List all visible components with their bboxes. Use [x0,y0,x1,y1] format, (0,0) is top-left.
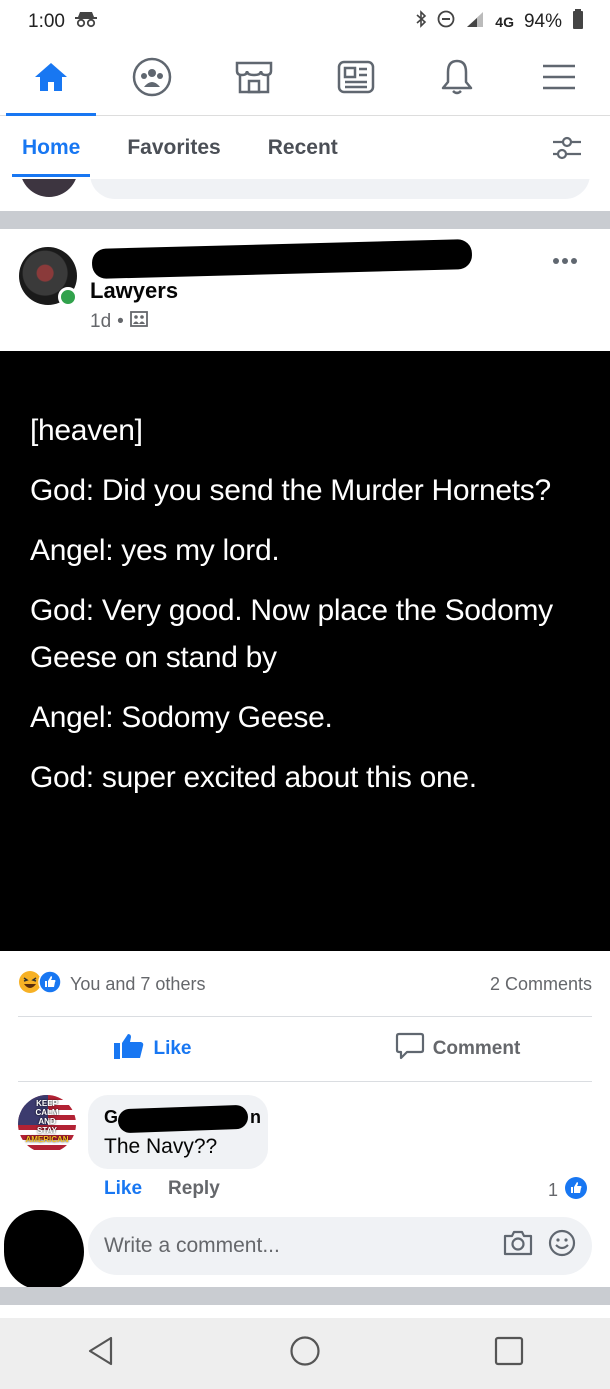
like-button[interactable]: Like [0,1032,305,1066]
comment-bubble[interactable]: G n The Navy?? [88,1095,268,1169]
commenter-avatar[interactable]: KEEP CALM AND STAY AMERICAN [18,1095,76,1153]
comment-actions: Like Reply [104,1178,220,1200]
comments-count[interactable]: 2 Comments [490,974,592,995]
recents-icon[interactable] [494,1336,524,1371]
like-reaction-icon [38,969,62,999]
redaction-mark [91,239,473,279]
nav-notifications[interactable] [412,44,502,116]
emoji-icon[interactable] [548,1229,576,1263]
feed-separator [0,1287,610,1305]
groups-icon [132,57,172,102]
divider [18,1016,592,1017]
network-type: 4G [495,14,514,30]
online-indicator [58,287,78,307]
nav-home[interactable] [5,44,96,116]
post-actions: Like Comment [0,1018,610,1080]
more-options-icon[interactable] [552,252,578,270]
camera-icon[interactable] [502,1229,534,1263]
image-text-line: God: Did you send the Murder Hornets? [30,474,551,507]
tab-recent[interactable]: Recent [268,117,338,179]
my-avatar-redacted [4,1210,84,1290]
do-not-disturb-icon [437,10,455,34]
nav-marketplace[interactable] [209,44,299,116]
previous-avatar [20,179,78,197]
image-text-line: God: Very good. Now place the Sodomy Gee… [30,594,553,674]
comment-like-count[interactable]: 1 [548,1176,588,1205]
reactions-summary: You and 7 others 2 Comments [18,965,592,1003]
signal-icon [465,10,485,34]
marketplace-icon [234,59,274,100]
nav-news[interactable] [311,44,401,116]
comment-label: Comment [432,1038,521,1059]
avatar-text: KEEP CALM AND STAY AMERICAN [25,1099,69,1144]
incognito-icon [74,10,97,34]
news-icon [336,59,376,100]
image-text-line: [heaven] [30,414,143,447]
home-button-icon[interactable] [289,1335,321,1372]
status-bar: 1:00 4G 94% [0,0,610,44]
comment-input-placeholder: Write a comment... [104,1234,280,1257]
feed-tabs: Home Favorites Recent [0,117,610,179]
previous-post-fragment [0,179,610,211]
thumbs-up-icon [113,1032,145,1066]
home-icon [33,61,69,98]
comment-reply-link[interactable]: Reply [168,1178,220,1200]
menu-icon [542,63,576,96]
filter-icon[interactable] [552,135,582,167]
group-privacy-icon [129,310,148,334]
feed-separator [0,211,610,229]
post-time[interactable]: 1d [90,311,111,333]
post-meta: 1d • [90,310,148,334]
battery-percent: 94% [523,11,562,32]
main-nav-bar [0,44,610,116]
status-time: 1:00 [28,11,65,32]
reactions-text[interactable]: You and 7 others [70,974,205,995]
nav-menu[interactable] [514,44,604,116]
comment-author[interactable]: G n [104,1104,261,1134]
comment-like-count-number: 1 [548,1180,559,1200]
system-nav-bar [0,1318,610,1389]
back-icon[interactable] [86,1335,116,1372]
comment-icon [395,1032,425,1066]
comment-like-link[interactable]: Like [104,1178,142,1200]
group-name[interactable]: Lawyers [90,278,178,304]
divider [18,1081,592,1082]
previous-comment-box[interactable] [90,179,590,199]
image-text-line: Angel: yes my lord. [30,534,280,567]
comment-text: The Navy?? [104,1135,218,1158]
tab-home[interactable]: Home [11,117,91,179]
battery-icon [572,9,584,35]
nav-groups[interactable] [107,44,197,116]
bell-icon [440,58,474,101]
reaction-icons[interactable] [18,969,62,999]
redaction-mark [117,1104,249,1134]
bluetooth-icon [415,10,427,34]
like-label: Like [153,1038,192,1059]
comment-button[interactable]: Comment [305,1032,610,1066]
post-header: Lawyers 1d • [0,230,610,350]
image-text-line: God: super excited about this one. [30,761,477,794]
image-text-line: Angel: Sodomy Geese. [30,701,333,734]
like-reaction-icon [564,1176,588,1205]
tab-favorites[interactable]: Favorites [127,117,220,179]
comment-input[interactable]: Write a comment... [88,1217,592,1275]
post-image[interactable]: [heaven] God: Did you send the Murder Ho… [0,351,610,951]
